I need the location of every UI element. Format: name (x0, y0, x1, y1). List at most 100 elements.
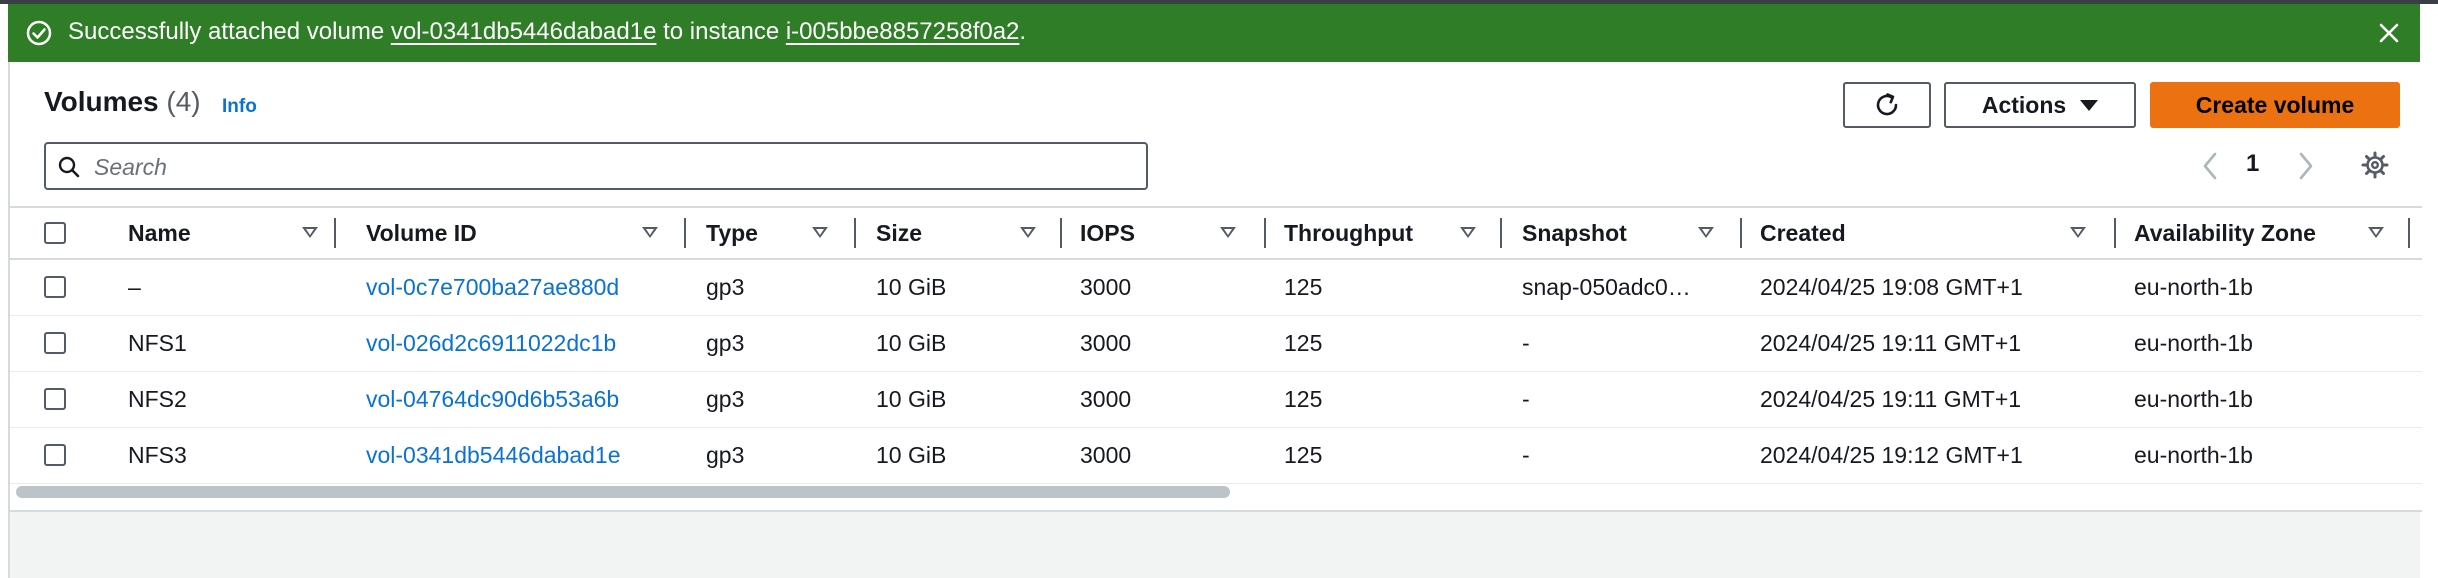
cell-name: NFS2 (128, 386, 187, 412)
column-divider[interactable] (334, 218, 336, 248)
cell-volume-id-link[interactable]: vol-026d2c6911022dc1b (366, 316, 616, 371)
actions-button[interactable]: Actions (1944, 82, 2136, 128)
cell-name: – (128, 274, 141, 300)
info-link[interactable]: Info (222, 96, 257, 118)
cell-size: 10 GiB (876, 386, 947, 412)
column-divider[interactable] (854, 218, 856, 248)
cell-size: 10 GiB (876, 442, 947, 468)
column-divider[interactable] (1740, 218, 1742, 248)
cell-type: gp3 (706, 386, 745, 412)
column-header-created[interactable]: Created (1760, 208, 2120, 258)
cell-size: 10 GiB (876, 330, 947, 356)
search-box[interactable] (44, 142, 1148, 190)
column-divider[interactable] (1264, 218, 1266, 248)
sort-icon[interactable] (1698, 227, 1714, 238)
table-row[interactable]: NFS3 vol-0341db5446dabad1e gp3 10 GiB 30… (10, 428, 2422, 484)
sort-icon[interactable] (1220, 227, 1236, 238)
cell-throughput: 125 (1284, 330, 1323, 356)
cell-created: 2024/04/25 19:12 GMT+1 (1760, 442, 2023, 468)
flash-middle: to instance (656, 18, 786, 45)
column-header-name[interactable]: Name (128, 208, 342, 258)
cell-type: gp3 (706, 274, 745, 300)
column-label: Name (128, 220, 191, 246)
sort-icon[interactable] (2368, 227, 2384, 238)
close-icon[interactable] (2378, 22, 2400, 44)
column-label: Throughput (1284, 220, 1414, 246)
create-volume-button[interactable]: Create volume (2150, 82, 2400, 128)
cell-iops: 3000 (1080, 442, 1132, 468)
cell-volume-id-link[interactable]: vol-0c7e700ba27ae880d (366, 260, 619, 315)
cell-snapshot: snap-050adc0… (1522, 274, 1691, 300)
flash-instance-link[interactable]: i-005bbe8857258f0a2 (786, 18, 1020, 45)
refresh-button[interactable] (1843, 82, 1931, 128)
table-row[interactable]: NFS2 vol-04764dc90d6b53a6b gp3 10 GiB 30… (10, 372, 2422, 428)
column-header-type[interactable]: Type (706, 208, 860, 258)
success-flash-banner: Successfully attached volume vol-0341db5… (8, 4, 2420, 62)
cell-iops: 3000 (1080, 330, 1132, 356)
chevron-left-icon[interactable] (2198, 148, 2222, 184)
sort-icon[interactable] (1460, 227, 1476, 238)
column-header-size[interactable]: Size (876, 208, 1066, 258)
column-label: Type (706, 220, 758, 246)
row-checkbox[interactable] (44, 276, 66, 298)
cell-throughput: 125 (1284, 442, 1323, 468)
cell-name: NFS1 (128, 330, 187, 356)
select-all-checkbox[interactable] (44, 222, 66, 244)
volumes-container: Volumes (4) Info Actions Create volume 1 (10, 62, 2422, 512)
cell-availability-zone: eu-north-1b (2134, 442, 2253, 468)
chevron-right-icon[interactable] (2294, 148, 2318, 184)
current-page-number[interactable]: 1 (2246, 150, 2259, 178)
column-label: Volume ID (366, 220, 477, 246)
cell-iops: 3000 (1080, 386, 1132, 412)
flash-volume-link[interactable]: vol-0341db5446dabad1e (391, 18, 657, 45)
cell-created: 2024/04/25 19:11 GMT+1 (1760, 386, 2022, 412)
column-header-iops[interactable]: IOPS (1080, 208, 1270, 258)
sort-icon[interactable] (2070, 227, 2086, 238)
caret-down-icon (2080, 99, 2099, 111)
sort-icon[interactable] (302, 227, 318, 238)
column-divider[interactable] (684, 218, 686, 248)
flash-message: Successfully attached volume vol-0341db5… (68, 18, 1026, 46)
column-label: Size (876, 220, 923, 246)
cell-availability-zone: eu-north-1b (2134, 274, 2253, 300)
cell-iops: 3000 (1080, 274, 1132, 300)
sort-icon[interactable] (642, 227, 658, 238)
column-label: IOPS (1080, 220, 1135, 246)
horizontal-scrollbar[interactable] (10, 482, 2422, 500)
cell-size: 10 GiB (876, 274, 947, 300)
check-circle-icon (26, 20, 52, 46)
cell-throughput: 125 (1284, 386, 1323, 412)
column-label: Availability Zone (2134, 220, 2316, 246)
cell-snapshot: - (1522, 442, 1530, 468)
volume-count: (4) (166, 86, 201, 117)
refresh-icon (1876, 93, 1898, 116)
flash-prefix: Successfully attached volume (68, 18, 391, 45)
scrollbar-thumb[interactable] (16, 486, 1230, 498)
row-checkbox[interactable] (44, 332, 66, 354)
settings-icon[interactable] (2360, 150, 2390, 180)
page-title: Volumes (4) (44, 86, 201, 118)
cell-volume-id-link[interactable]: vol-04764dc90d6b53a6b (366, 372, 619, 427)
sort-icon[interactable] (1020, 227, 1036, 238)
column-header-snapshot[interactable]: Snapshot (1522, 208, 1746, 258)
cell-snapshot: - (1522, 330, 1530, 356)
column-divider[interactable] (2114, 218, 2116, 248)
table-row[interactable]: – vol-0c7e700ba27ae880d gp3 10 GiB 3000 … (10, 260, 2422, 316)
column-header-availability-zone[interactable]: Availability Zone (2134, 208, 2416, 258)
volumes-panel: Volumes (4) Info Actions Create volume 1 (8, 62, 2422, 578)
column-divider[interactable] (2408, 218, 2410, 248)
search-input[interactable] (94, 152, 1134, 182)
column-header-volume-id[interactable]: Volume ID (366, 208, 686, 258)
row-checkbox[interactable] (44, 444, 66, 466)
search-icon (58, 156, 80, 178)
column-label: Snapshot (1522, 220, 1627, 246)
column-divider[interactable] (1500, 218, 1502, 248)
table-row[interactable]: NFS1 vol-026d2c6911022dc1b gp3 10 GiB 30… (10, 316, 2422, 372)
column-divider[interactable] (1060, 218, 1062, 248)
column-header-throughput[interactable]: Throughput (1284, 208, 1506, 258)
flash-suffix: . (1019, 18, 1027, 45)
cell-volume-id-link[interactable]: vol-0341db5446dabad1e (366, 428, 621, 483)
sort-icon[interactable] (812, 227, 828, 238)
title-text: Volumes (44, 86, 159, 117)
row-checkbox[interactable] (44, 388, 66, 410)
